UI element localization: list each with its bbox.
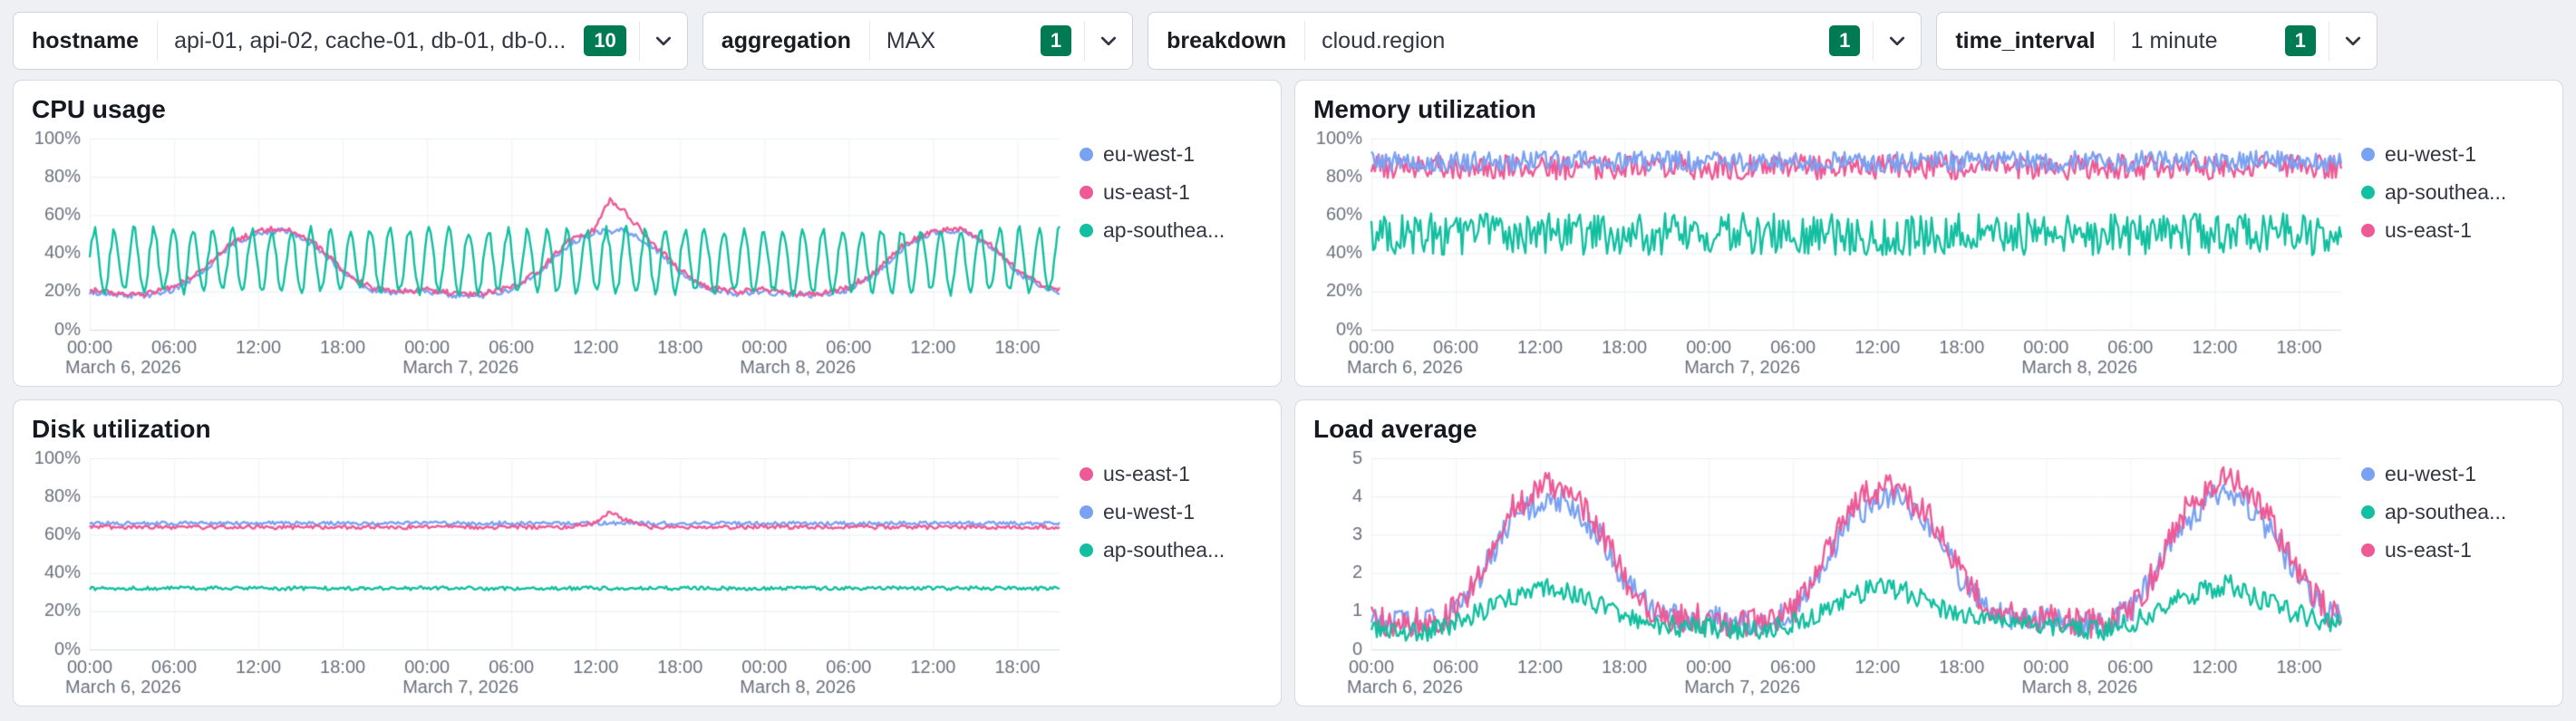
breakdown-filter-value: cloud.region <box>1322 27 1446 53</box>
legend-label: eu-west-1 <box>2385 142 2476 166</box>
chevron-down-icon[interactable] <box>640 30 687 52</box>
time-interval-filter[interactable]: time_interval 1 minute 1 <box>1936 12 2377 70</box>
legend-label: us-east-1 <box>2385 218 2472 242</box>
legend-swatch <box>2361 543 2375 557</box>
chevron-down-icon[interactable] <box>1874 30 1921 52</box>
time-interval-filter-label: time_interval <box>1955 27 2096 53</box>
memory-utilization-chart[interactable] <box>1313 128 2348 379</box>
breakdown-filter[interactable]: breakdown cloud.region 1 <box>1148 12 1922 70</box>
time-interval-filter-value: 1 minute <box>2130 27 2218 53</box>
breakdown-count-badge: 1 <box>1829 25 1861 56</box>
hostname-count-badge: 10 <box>584 25 626 56</box>
panel-title: Disk utilization <box>32 415 211 443</box>
legend-label: ap-southea... <box>1103 538 1225 562</box>
chevron-down-icon[interactable] <box>2329 30 2377 52</box>
legend-item[interactable]: eu-west-1 <box>2361 142 2546 167</box>
legend-swatch <box>2361 186 2375 199</box>
legend-swatch <box>2361 505 2375 519</box>
legend-label: eu-west-1 <box>1103 142 1195 166</box>
breakdown-filter-label: breakdown <box>1167 27 1287 53</box>
legend-label: us-east-1 <box>1103 180 1190 204</box>
legend-swatch <box>1080 505 1093 519</box>
legend-swatch <box>1080 148 1093 161</box>
legend-item[interactable]: ap-southea... <box>1080 538 1264 562</box>
hostname-filter[interactable]: hostname api-01, api-02, cache-01, db-01… <box>13 12 688 70</box>
memory-utilization-legend: eu-west-1 ap-southea... us-east-1 <box>2348 128 2546 379</box>
legend-label: ap-southea... <box>2385 500 2507 524</box>
legend-label: us-east-1 <box>2385 538 2472 562</box>
legend-swatch <box>2361 148 2375 161</box>
disk-utilization-legend: us-east-1 eu-west-1 ap-southea... <box>1067 447 1264 698</box>
disk-utilization-panel: Disk utilization us-east-1 eu-west-1 ap-so… <box>13 399 1282 707</box>
legend-swatch <box>1080 543 1093 557</box>
legend-item[interactable]: ap-southea... <box>2361 180 2546 205</box>
hostname-filter-label: hostname <box>32 27 140 53</box>
legend-label: eu-west-1 <box>2385 462 2476 485</box>
disk-utilization-plot-area <box>32 447 1067 698</box>
time-interval-count-badge: 1 <box>2284 25 2316 56</box>
legend-item[interactable]: eu-west-1 <box>1080 500 1264 524</box>
aggregation-filter[interactable]: aggregation MAX 1 <box>702 12 1134 70</box>
panel-title: CPU usage <box>32 95 166 123</box>
cpu-usage-panel: CPU usage eu-west-1 us-east-1 ap-southea..… <box>13 80 1282 387</box>
legend-swatch <box>1080 224 1093 237</box>
legend-item[interactable]: us-east-1 <box>2361 538 2546 562</box>
legend-swatch <box>2361 224 2375 237</box>
legend-label: ap-southea... <box>2385 180 2507 204</box>
cpu-usage-plot-area <box>32 128 1067 379</box>
legend-swatch <box>1080 186 1093 199</box>
memory-utilization-panel: Memory utilization eu-west-1 ap-southea..… <box>1294 80 2563 387</box>
legend-item[interactable]: ap-southea... <box>1080 218 1264 243</box>
legend-item[interactable]: us-east-1 <box>1080 180 1264 205</box>
aggregation-filter-value: MAX <box>886 27 936 53</box>
disk-utilization-chart[interactable] <box>32 447 1067 698</box>
cpu-usage-legend: eu-west-1 us-east-1 ap-southea... <box>1067 128 1264 379</box>
legend-swatch <box>1080 467 1093 481</box>
panel-title: Memory utilization <box>1313 95 1536 123</box>
memory-utilization-plot-area <box>1313 128 2348 379</box>
legend-item[interactable]: eu-west-1 <box>2361 462 2546 486</box>
aggregation-count-badge: 1 <box>1040 25 1072 56</box>
legend-swatch <box>2361 467 2375 481</box>
filter-bar: hostname api-01, api-02, cache-01, db-01… <box>0 0 2576 80</box>
chevron-down-icon[interactable] <box>1085 30 1132 52</box>
load-average-plot-area <box>1313 447 2348 698</box>
legend-label: eu-west-1 <box>1103 500 1195 524</box>
charts-grid: CPU usage eu-west-1 us-east-1 ap-southea..… <box>0 80 2576 707</box>
legend-item[interactable]: ap-southea... <box>2361 500 2546 524</box>
legend-label: ap-southea... <box>1103 218 1225 242</box>
cpu-usage-chart[interactable] <box>32 128 1067 379</box>
legend-item[interactable]: us-east-1 <box>1080 462 1264 486</box>
hostname-filter-value: api-01, api-02, cache-01, db-01, db-0... <box>174 27 567 53</box>
panel-title: Load average <box>1313 415 1477 443</box>
load-average-chart[interactable] <box>1313 447 2348 698</box>
aggregation-filter-label: aggregation <box>721 27 851 53</box>
legend-item[interactable]: us-east-1 <box>2361 218 2546 243</box>
legend-item[interactable]: eu-west-1 <box>1080 142 1264 167</box>
legend-label: us-east-1 <box>1103 462 1190 485</box>
load-average-panel: Load average eu-west-1 ap-southea... us-ea… <box>1294 399 2563 707</box>
load-average-legend: eu-west-1 ap-southea... us-east-1 <box>2348 447 2546 698</box>
